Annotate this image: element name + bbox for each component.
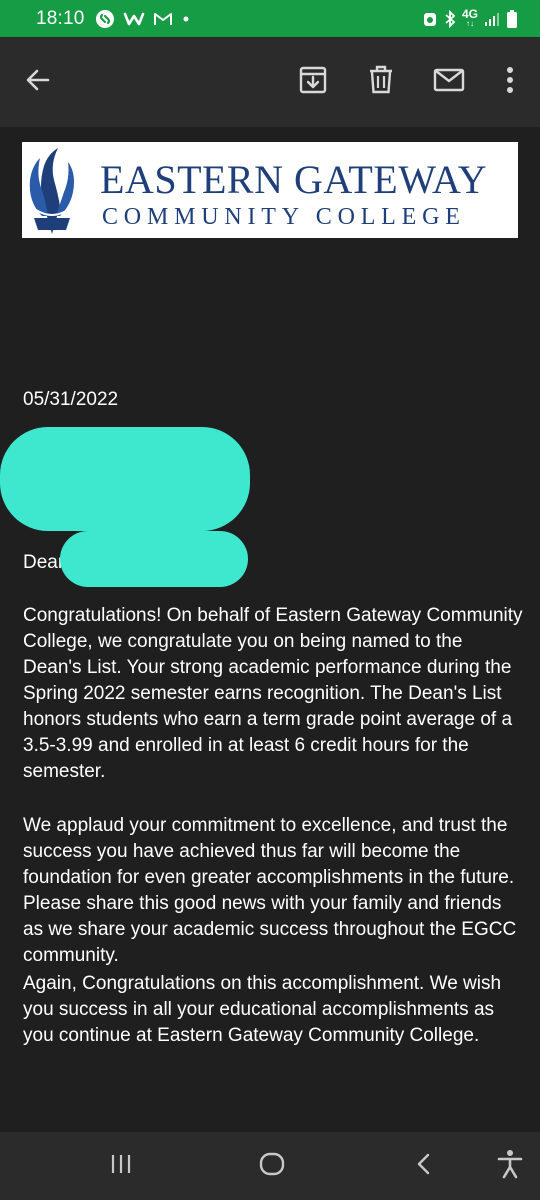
email-paragraph-2: We applaud your commitment to excellence… (23, 815, 517, 966)
system-nav-bar (0, 1132, 540, 1200)
dot-icon (181, 14, 191, 24)
status-right-icons: 4G ↑↓ (422, 6, 518, 29)
email-paragraph-3: Again, Congratulations on this accomplis… (23, 973, 502, 1046)
college-logo: EASTERN GATEWAY COMMUNITY COLLEGE (22, 142, 518, 238)
logo-line2: COMMUNITY COLLEGE (102, 204, 466, 230)
back-arrow-icon (24, 66, 52, 99)
status-time: 18:10 (36, 7, 85, 29)
email-paragraph-1: Congratulations! On behalf of Eastern Ga… (23, 605, 523, 782)
signal-icon (484, 11, 500, 27)
notification-icons (95, 9, 191, 29)
shazam-icon (95, 9, 115, 29)
back-button[interactable] (18, 62, 58, 102)
archive-icon (298, 65, 328, 100)
home-button[interactable] (254, 1150, 290, 1182)
back-icon (414, 1152, 434, 1181)
logo-line1: EASTERN GATEWAY (100, 157, 488, 202)
status-bar: 18:10 4G ↑↓ (0, 0, 540, 37)
delete-icon (367, 65, 395, 100)
torch-logo-icon (29, 148, 74, 234)
network-icon: 4G ↑↓ (461, 6, 478, 28)
redaction-mark-name (60, 531, 248, 587)
more-options-button[interactable] (490, 62, 530, 102)
alarm-icon (422, 10, 438, 28)
recents-icon (109, 1152, 133, 1181)
mark-unread-button[interactable] (429, 62, 469, 102)
accessibility-button[interactable] (492, 1149, 528, 1184)
nav-back-button[interactable] (406, 1150, 442, 1182)
email-body: EASTERN GATEWAY COMMUNITY COLLEGE 05/31/… (0, 127, 540, 1132)
accessibility-icon (497, 1149, 523, 1184)
redaction-mark-address-tail (210, 460, 250, 500)
email-toolbar (0, 37, 540, 127)
battery-icon (506, 9, 518, 29)
gmail-icon (153, 11, 173, 27)
email-date: 05/31/2022 (23, 389, 119, 410)
recents-button[interactable] (103, 1150, 139, 1182)
mark-unread-icon (433, 67, 465, 98)
archive-button[interactable] (293, 62, 333, 102)
bluetooth-icon (444, 9, 456, 28)
network-label: 4G (461, 6, 478, 21)
more-vert-icon (506, 66, 514, 99)
phone-screen: 18:10 4G ↑↓ EASTERN GATEWAY COMMUNITY CO… (0, 0, 540, 1200)
delete-button[interactable] (361, 62, 401, 102)
w-app-icon (123, 11, 145, 27)
home-icon (259, 1152, 285, 1181)
